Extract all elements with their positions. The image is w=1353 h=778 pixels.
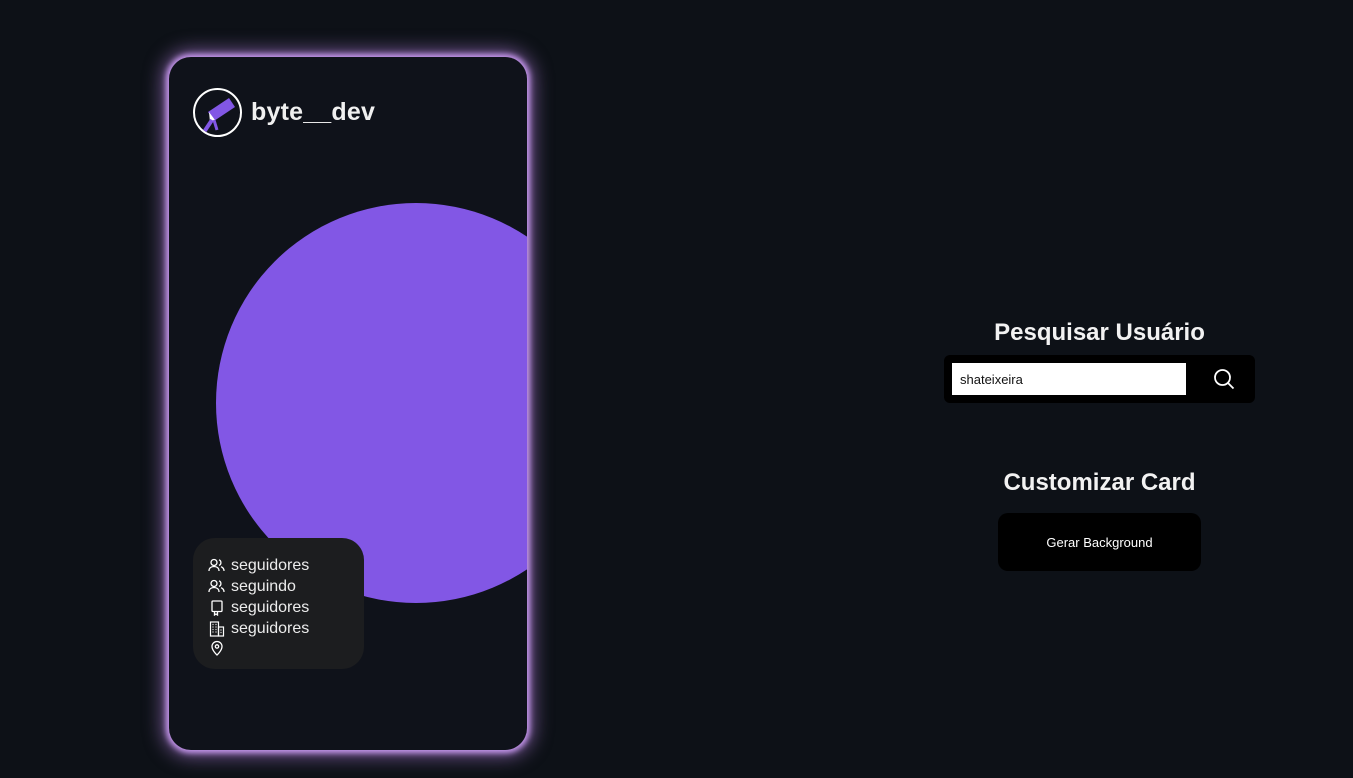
- stat-followers: seguidores: [208, 555, 309, 576]
- customize-title: Customizar Card: [1003, 469, 1196, 496]
- search-bar: [944, 355, 1255, 403]
- stat-label: seguidores: [231, 556, 310, 574]
- card-username: byte__dev: [251, 98, 376, 126]
- stat-following: seguindo: [208, 576, 296, 597]
- building-icon: [208, 620, 225, 637]
- search-icon: [1214, 369, 1235, 390]
- profile-card: byte__dev seguidores seguindo seguidores…: [169, 57, 527, 750]
- users-icon: [208, 557, 225, 574]
- generate-background-button[interactable]: Gerar Background: [998, 513, 1201, 571]
- user-stats-box: seguidores seguindo seguidores seguidore…: [193, 538, 364, 669]
- repo-icon: [208, 599, 225, 616]
- location-pin-icon: [208, 639, 225, 656]
- stat-label: seguidores: [231, 598, 310, 616]
- stat-label: seguindo: [231, 577, 296, 595]
- telescope-logo-icon: [193, 88, 242, 137]
- stat-company: seguidores: [208, 618, 309, 639]
- card-header: byte__dev: [193, 88, 375, 137]
- stat-location: [208, 637, 231, 658]
- stat-label: seguidores: [231, 619, 310, 637]
- stat-repositories: seguidores: [208, 597, 309, 618]
- search-input[interactable]: [952, 363, 1186, 395]
- search-button[interactable]: [1210, 365, 1238, 393]
- search-title: Pesquisar Usuário: [994, 319, 1205, 346]
- users-icon: [208, 578, 225, 595]
